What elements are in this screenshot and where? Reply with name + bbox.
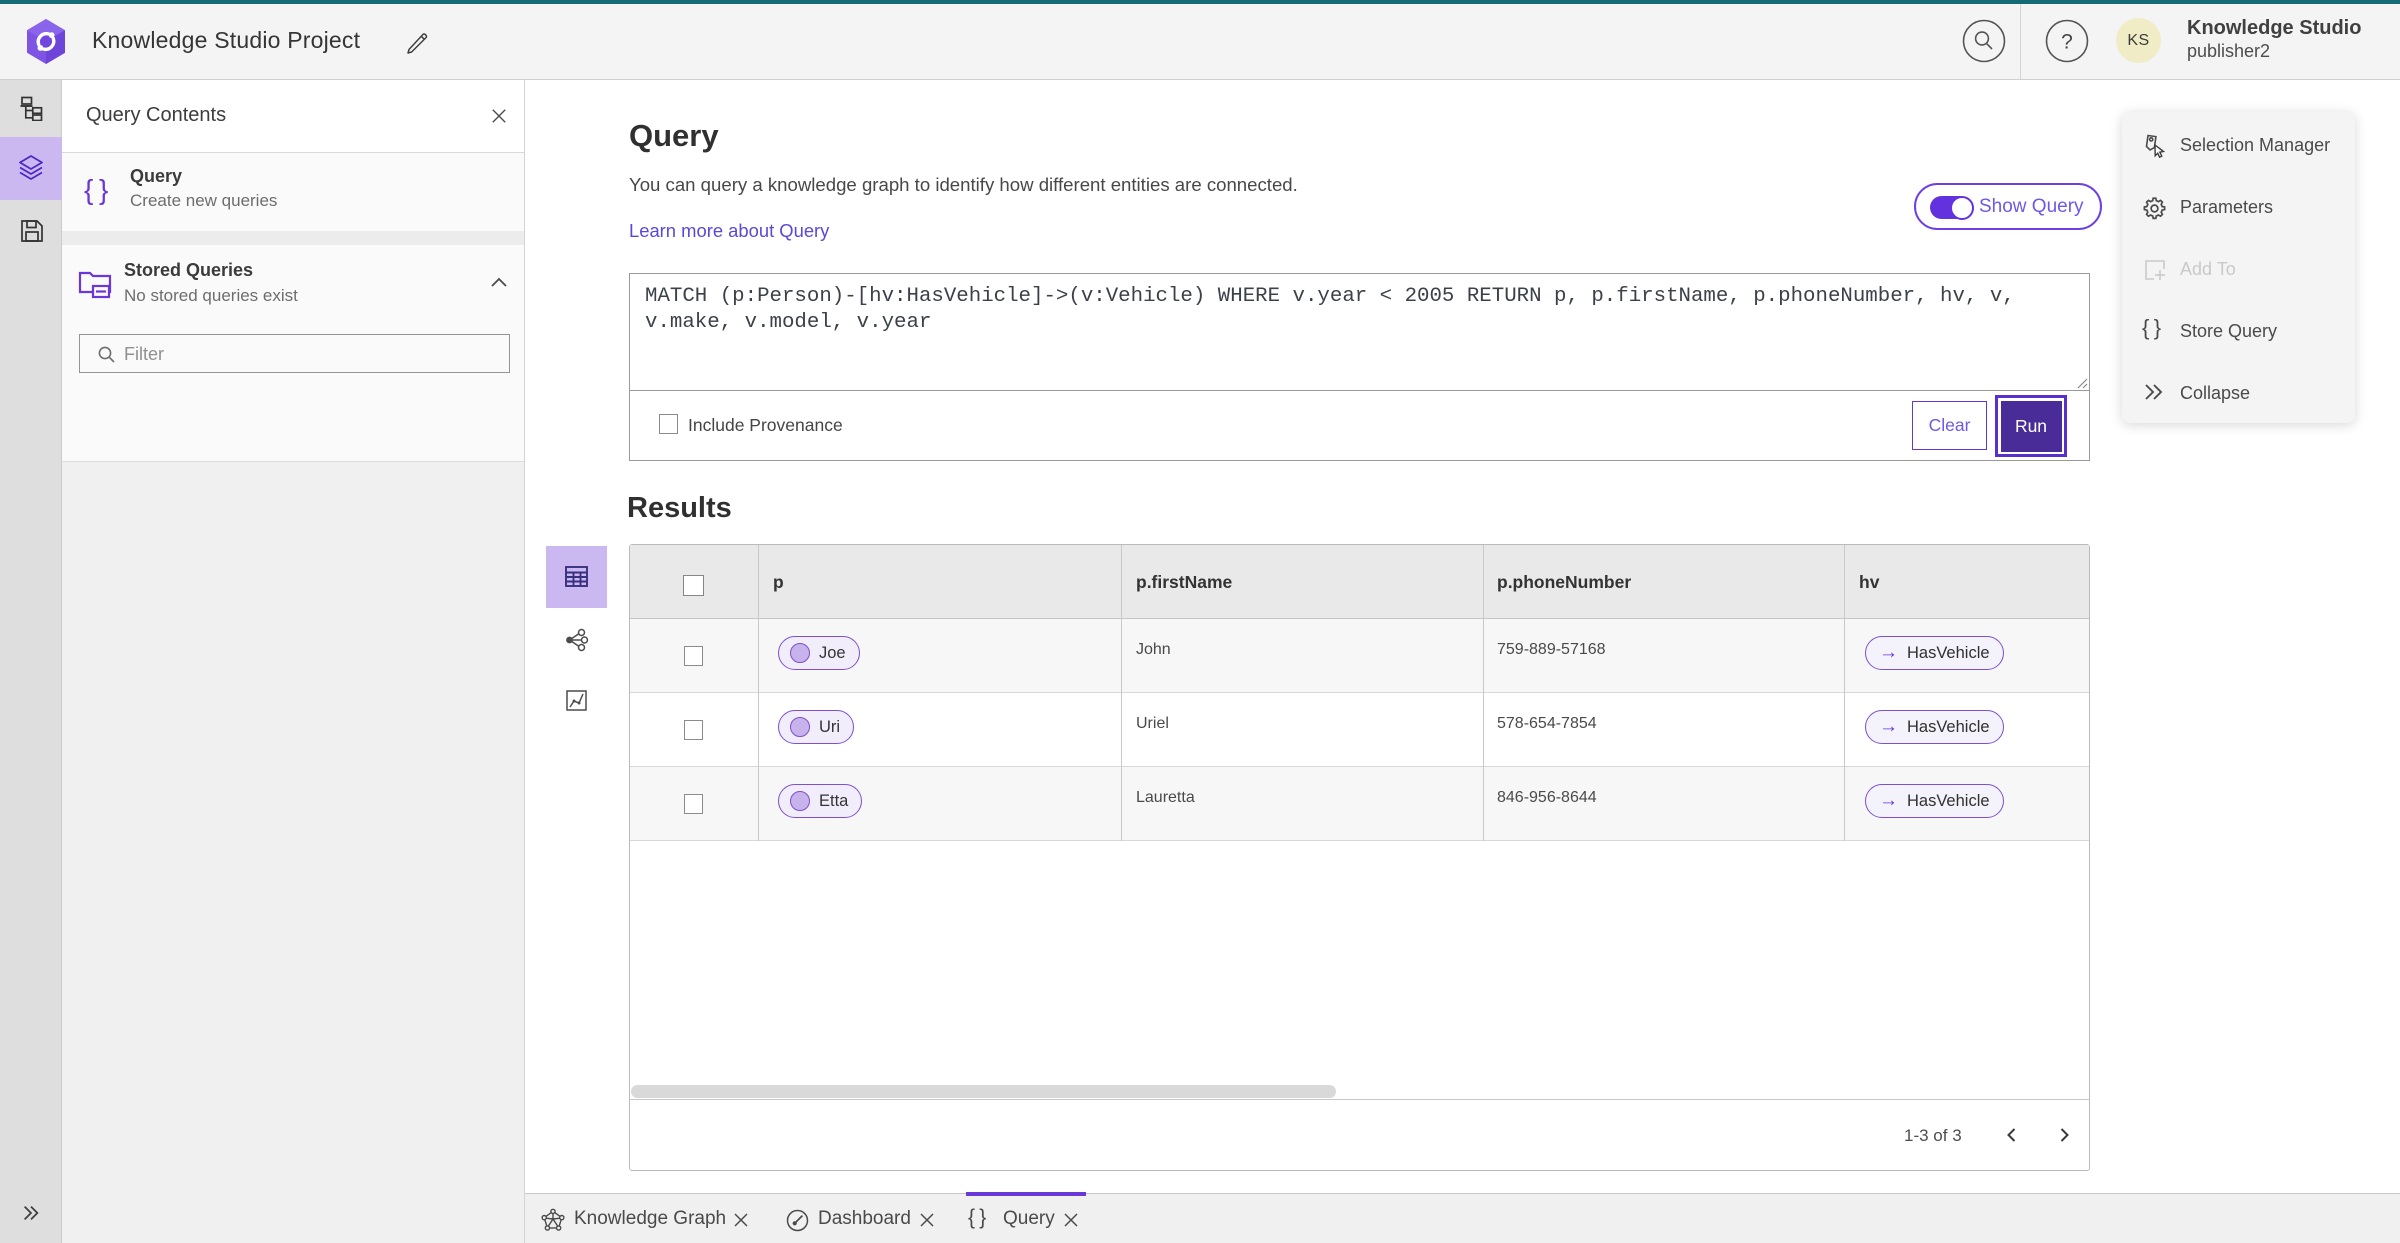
svg-text:?: ? bbox=[2061, 31, 2073, 54]
